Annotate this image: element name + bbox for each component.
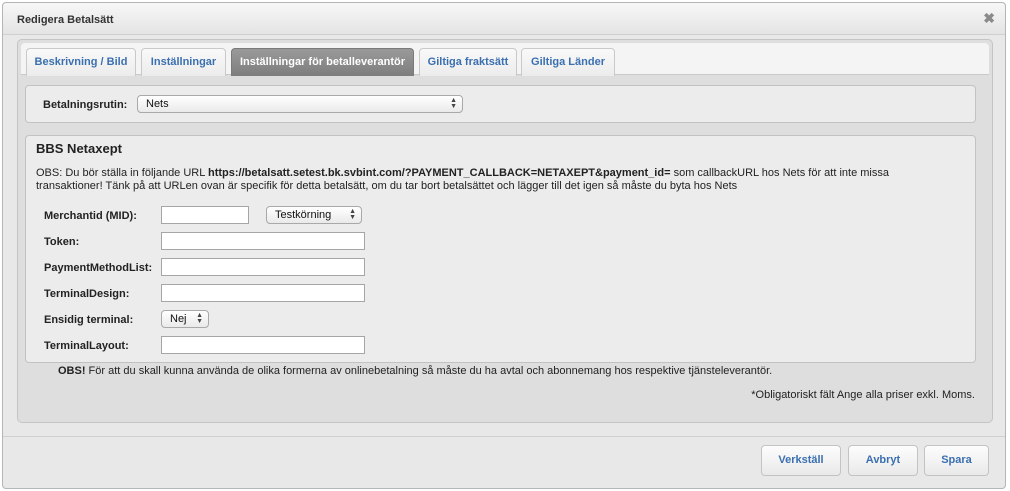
agreement-notice-bold: OBS! — [58, 365, 86, 377]
callback-url-notice: OBS: Du bör ställa in följande URL https… — [36, 167, 956, 193]
agreement-notice: OBS! För att du skall kunna använda de o… — [58, 365, 772, 377]
singlepage-label: Ensidig terminal: — [44, 314, 134, 326]
cancel-button[interactable]: Avbryt — [848, 445, 918, 476]
dialog-title: Redigera Betalsätt — [17, 14, 114, 26]
singlepage-select-value: Nej — [170, 313, 187, 325]
save-button[interactable]: Spara — [924, 445, 989, 476]
mode-select[interactable]: Testkörning ▲ ▼ — [266, 206, 362, 224]
obs-prefix: OBS: Du bör ställa in följande URL — [36, 167, 209, 179]
merchant-label: Merchantid (MID): — [44, 210, 137, 222]
apply-button[interactable]: Verkställ — [761, 445, 841, 476]
layout-label: TerminalLayout: — [44, 340, 129, 352]
routine-select-value: Nets — [146, 98, 169, 110]
tab-settings[interactable]: Inställningar — [141, 48, 226, 76]
tab-shipping-methods[interactable]: Giltiga fraktsätt — [419, 48, 517, 76]
select-arrows-icon: ▲ ▼ — [450, 97, 457, 110]
tab-description[interactable]: Beskrivning / Bild — [26, 48, 136, 76]
token-input[interactable] — [161, 232, 365, 250]
tab-panel: Beskrivning / Bild Inställningar Inställ… — [17, 39, 993, 423]
mandatory-notice: *Obligatoriskt fält Ange alla priser exk… — [751, 389, 975, 401]
section-title: BBS Netaxept — [36, 141, 122, 156]
select-arrows-icon: ▲ ▼ — [349, 208, 356, 221]
tabs-bar: Beskrivning / Bild Inställningar Inställ… — [21, 43, 989, 76]
callback-url: https://betalsatt.setest.bk.svbint.com/?… — [208, 167, 671, 179]
edit-payment-dialog: Redigera Betalsätt ✖ Beskrivning / Bild … — [2, 2, 1006, 489]
pml-label: PaymentMethodList: — [44, 262, 153, 274]
singlepage-select[interactable]: Nej ▲ ▼ — [161, 310, 209, 328]
routine-box: Betalningsrutin: Nets ▲ ▼ — [25, 85, 976, 123]
select-arrows-icon: ▲ ▼ — [196, 312, 203, 325]
routine-label: Betalningsrutin: — [43, 99, 128, 111]
footer-divider — [3, 436, 1005, 437]
tab-provider-settings[interactable]: Inställningar för betalleverantör — [231, 48, 414, 76]
mode-select-value: Testkörning — [275, 209, 332, 221]
netaxept-box: BBS Netaxept OBS: Du bör ställa in följa… — [25, 135, 976, 363]
tab-countries[interactable]: Giltiga Länder — [521, 48, 615, 76]
pml-input[interactable] — [161, 258, 365, 276]
routine-select[interactable]: Nets ▲ ▼ — [137, 95, 463, 113]
token-label: Token: — [44, 236, 80, 248]
dialog-titlebar: Redigera Betalsätt ✖ — [3, 3, 1005, 35]
design-input[interactable] — [161, 284, 365, 302]
layout-input[interactable] — [161, 336, 365, 354]
agreement-notice-text: För att du skall kunna använda de olika … — [85, 365, 773, 377]
design-label: TerminalDesign: — [44, 288, 130, 300]
merchant-input[interactable] — [161, 206, 249, 224]
close-icon[interactable]: ✖ — [983, 10, 995, 27]
